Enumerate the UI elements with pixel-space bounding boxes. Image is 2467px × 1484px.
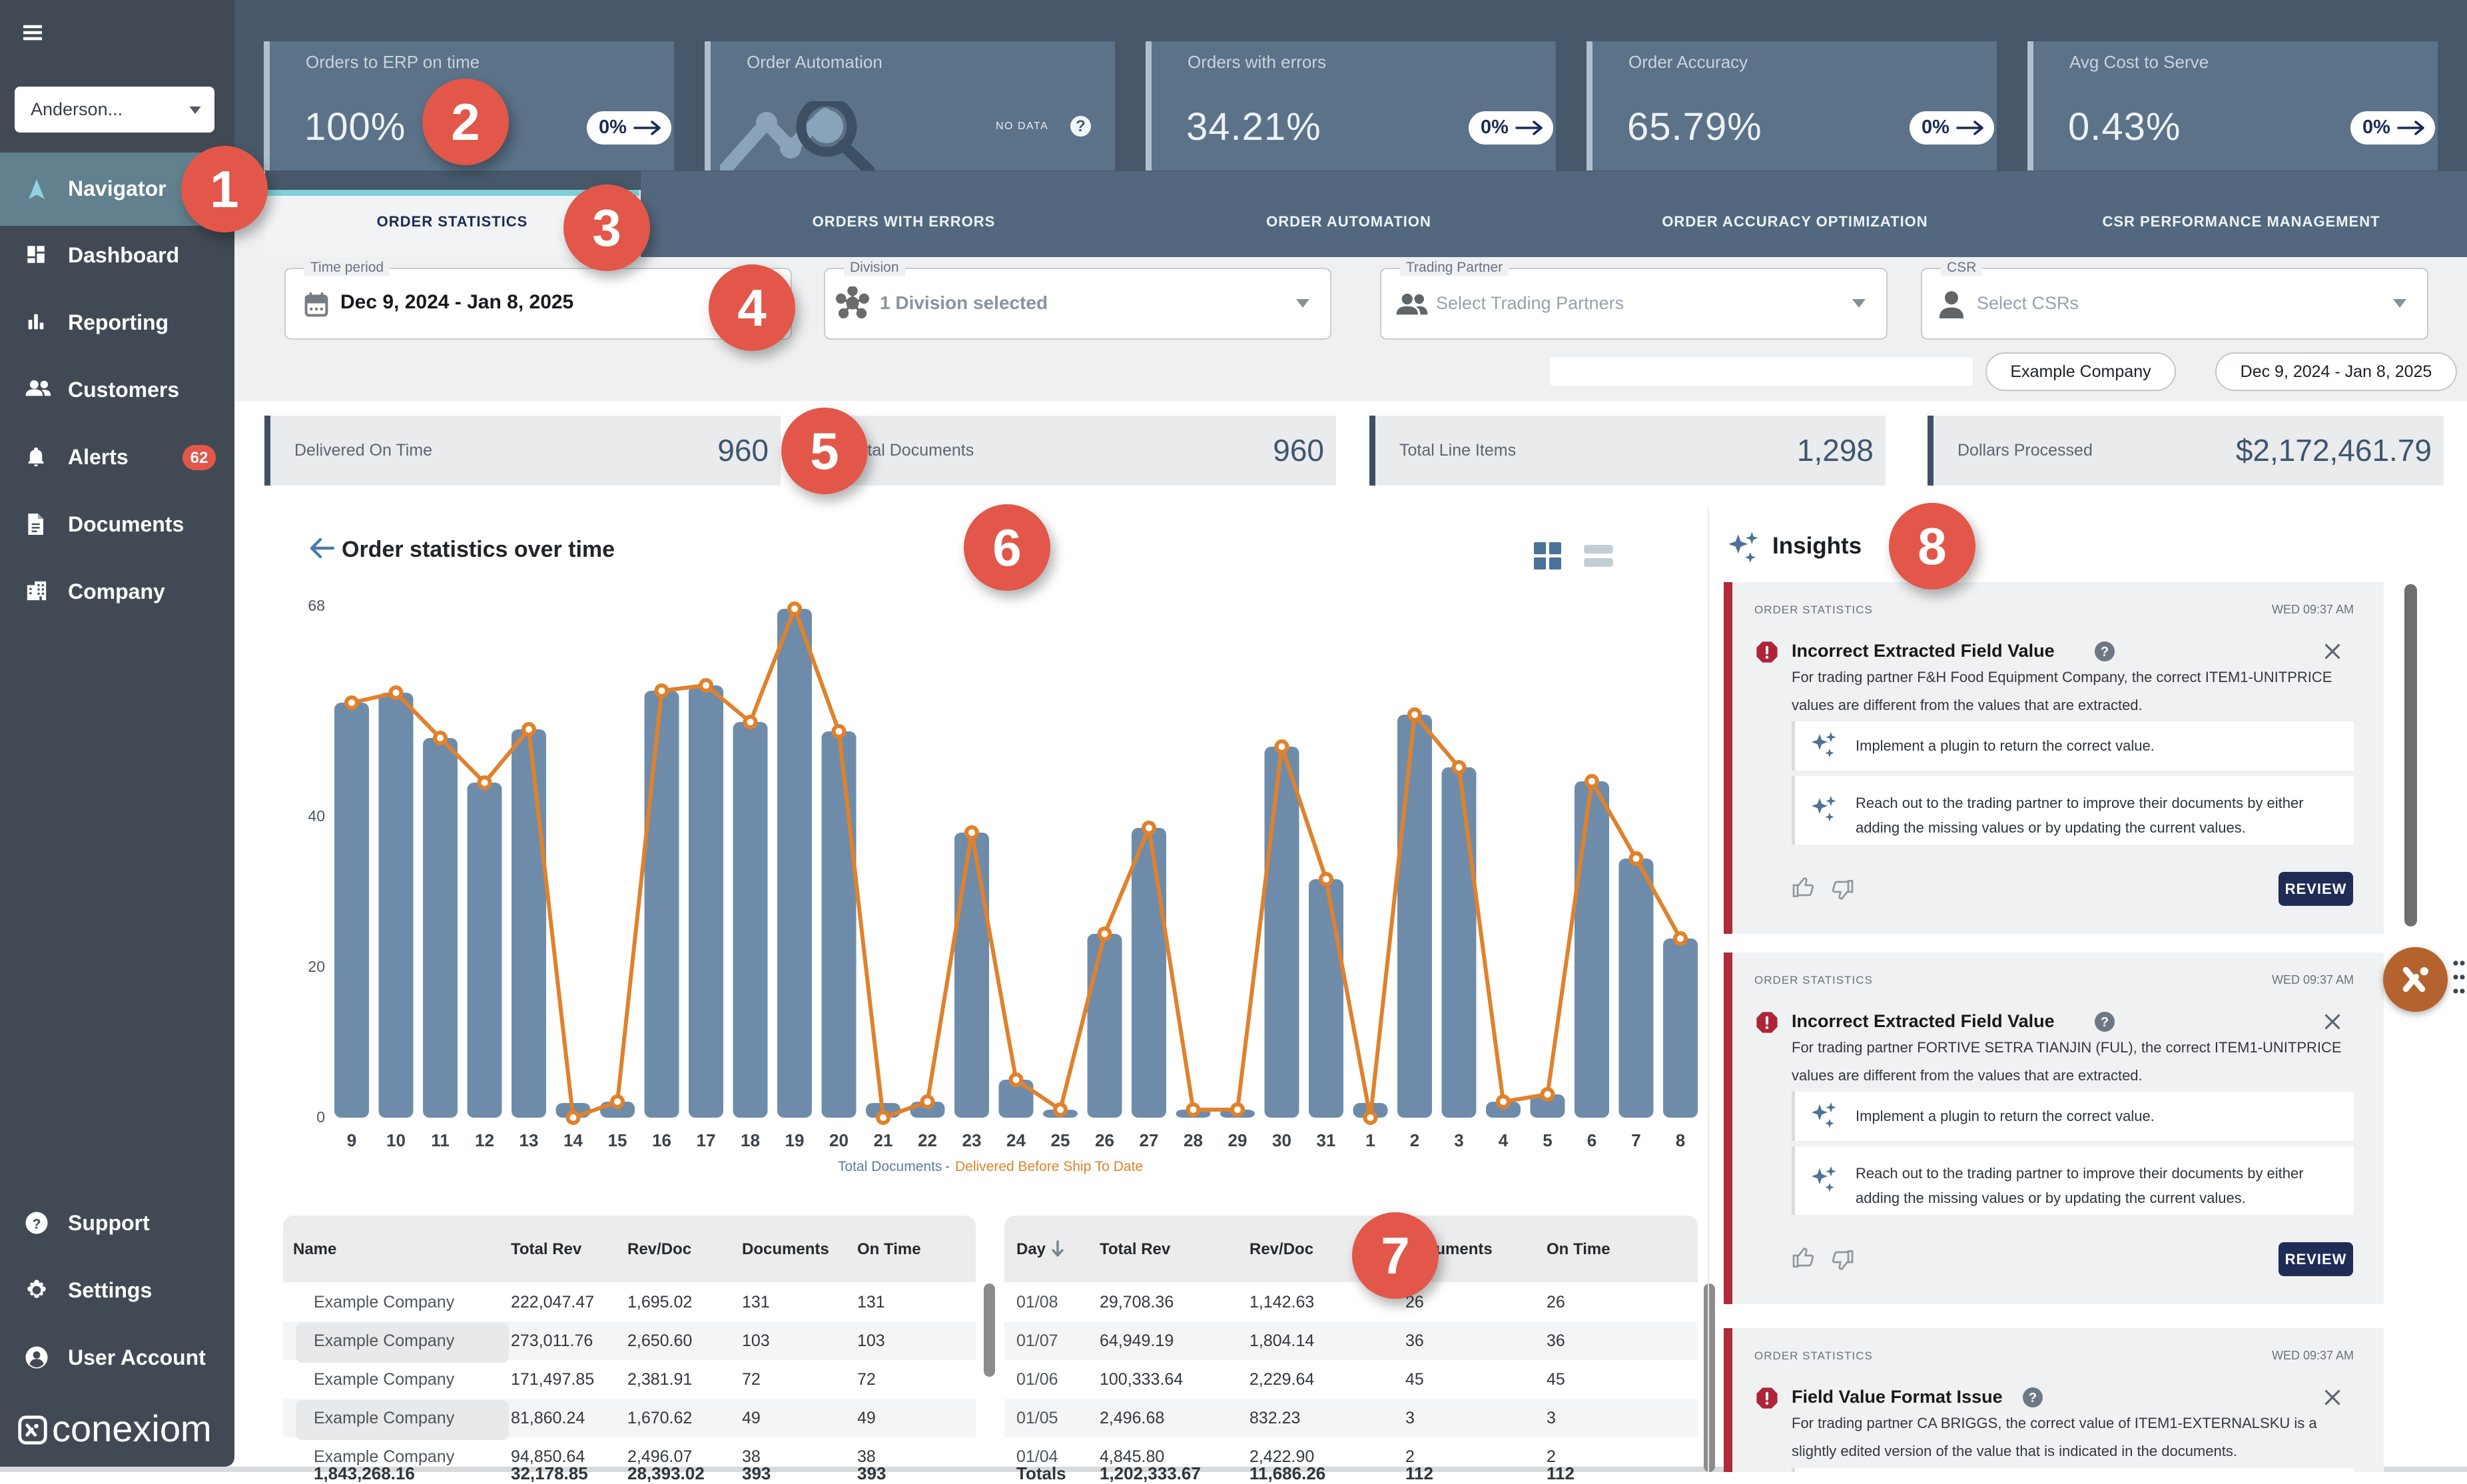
svg-text:0: 0 bbox=[316, 1108, 325, 1126]
svg-text:23: 23 bbox=[962, 1130, 982, 1150]
svg-text:Delivered Before Ship To Date: Delivered Before Ship To Date bbox=[955, 1159, 1143, 1174]
svg-text:Total Documents: Total Documents bbox=[838, 1159, 942, 1174]
svg-text:30: 30 bbox=[1272, 1130, 1291, 1150]
svg-text:14: 14 bbox=[563, 1130, 583, 1150]
svg-text:13: 13 bbox=[520, 1130, 539, 1150]
svg-text:6: 6 bbox=[1587, 1130, 1596, 1150]
svg-text:4: 4 bbox=[1499, 1130, 1509, 1150]
svg-text:3: 3 bbox=[1454, 1130, 1463, 1150]
svg-text:?: ? bbox=[33, 1216, 41, 1232]
svg-text:31: 31 bbox=[1317, 1130, 1336, 1150]
svg-text:25: 25 bbox=[1051, 1130, 1070, 1150]
svg-text:11: 11 bbox=[431, 1130, 450, 1150]
svg-text:29: 29 bbox=[1228, 1130, 1247, 1150]
svg-text:15: 15 bbox=[608, 1130, 627, 1150]
svg-text:40: 40 bbox=[308, 807, 325, 825]
svg-text:27: 27 bbox=[1140, 1130, 1159, 1150]
svg-text:24: 24 bbox=[1006, 1130, 1026, 1150]
svg-text:8: 8 bbox=[1676, 1130, 1685, 1150]
svg-text:2: 2 bbox=[1410, 1130, 1419, 1150]
svg-text:26: 26 bbox=[1095, 1130, 1114, 1150]
svg-text:7: 7 bbox=[1631, 1130, 1640, 1150]
svg-text:68: 68 bbox=[308, 597, 325, 614]
svg-text:21: 21 bbox=[874, 1130, 893, 1150]
svg-text:10: 10 bbox=[386, 1130, 406, 1150]
svg-text:5: 5 bbox=[1543, 1130, 1552, 1150]
svg-text:1: 1 bbox=[1365, 1130, 1375, 1150]
svg-text:12: 12 bbox=[475, 1130, 494, 1150]
svg-text:19: 19 bbox=[785, 1130, 805, 1150]
svg-text:20: 20 bbox=[829, 1130, 849, 1150]
svg-text:9: 9 bbox=[347, 1130, 356, 1150]
svg-text:20: 20 bbox=[308, 958, 325, 975]
svg-text:22: 22 bbox=[918, 1130, 937, 1150]
svg-text:28: 28 bbox=[1184, 1130, 1203, 1150]
svg-text:-: - bbox=[945, 1159, 950, 1174]
svg-text:16: 16 bbox=[652, 1130, 671, 1150]
svg-text:17: 17 bbox=[697, 1130, 716, 1150]
svg-text:18: 18 bbox=[741, 1130, 760, 1150]
